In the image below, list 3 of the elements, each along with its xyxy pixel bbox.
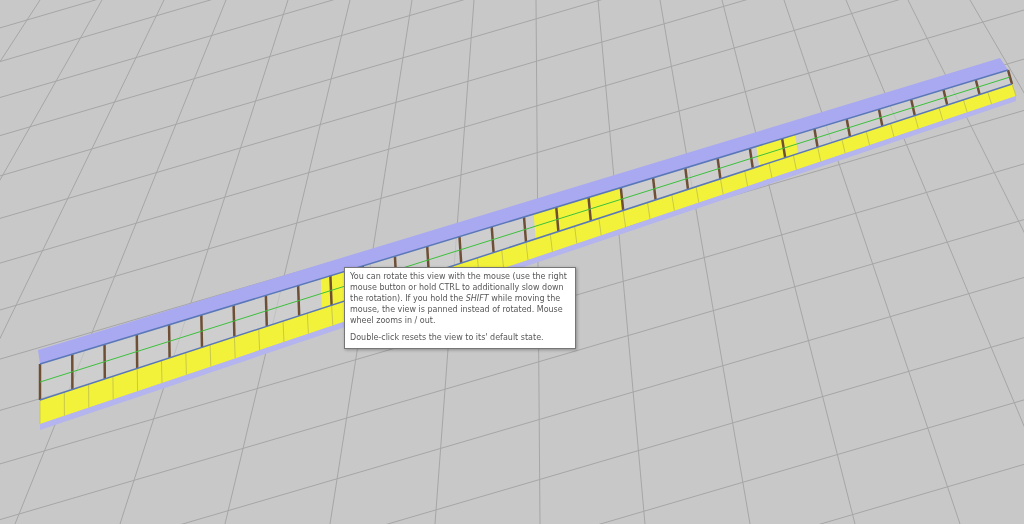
tooltip-text: You can rotate this view with the mouse (use the right mouse button or hold CTRL to additionally slow down the rotation). If you hold the SHIFT while moving the mouse, the view is panned instead of rotated. Mouse wheel zooms in / out. [350,271,568,326]
3d-viewport[interactable] [0,0,1024,524]
tooltip-text: Double-click resets the view to its' default state. [350,332,545,343]
